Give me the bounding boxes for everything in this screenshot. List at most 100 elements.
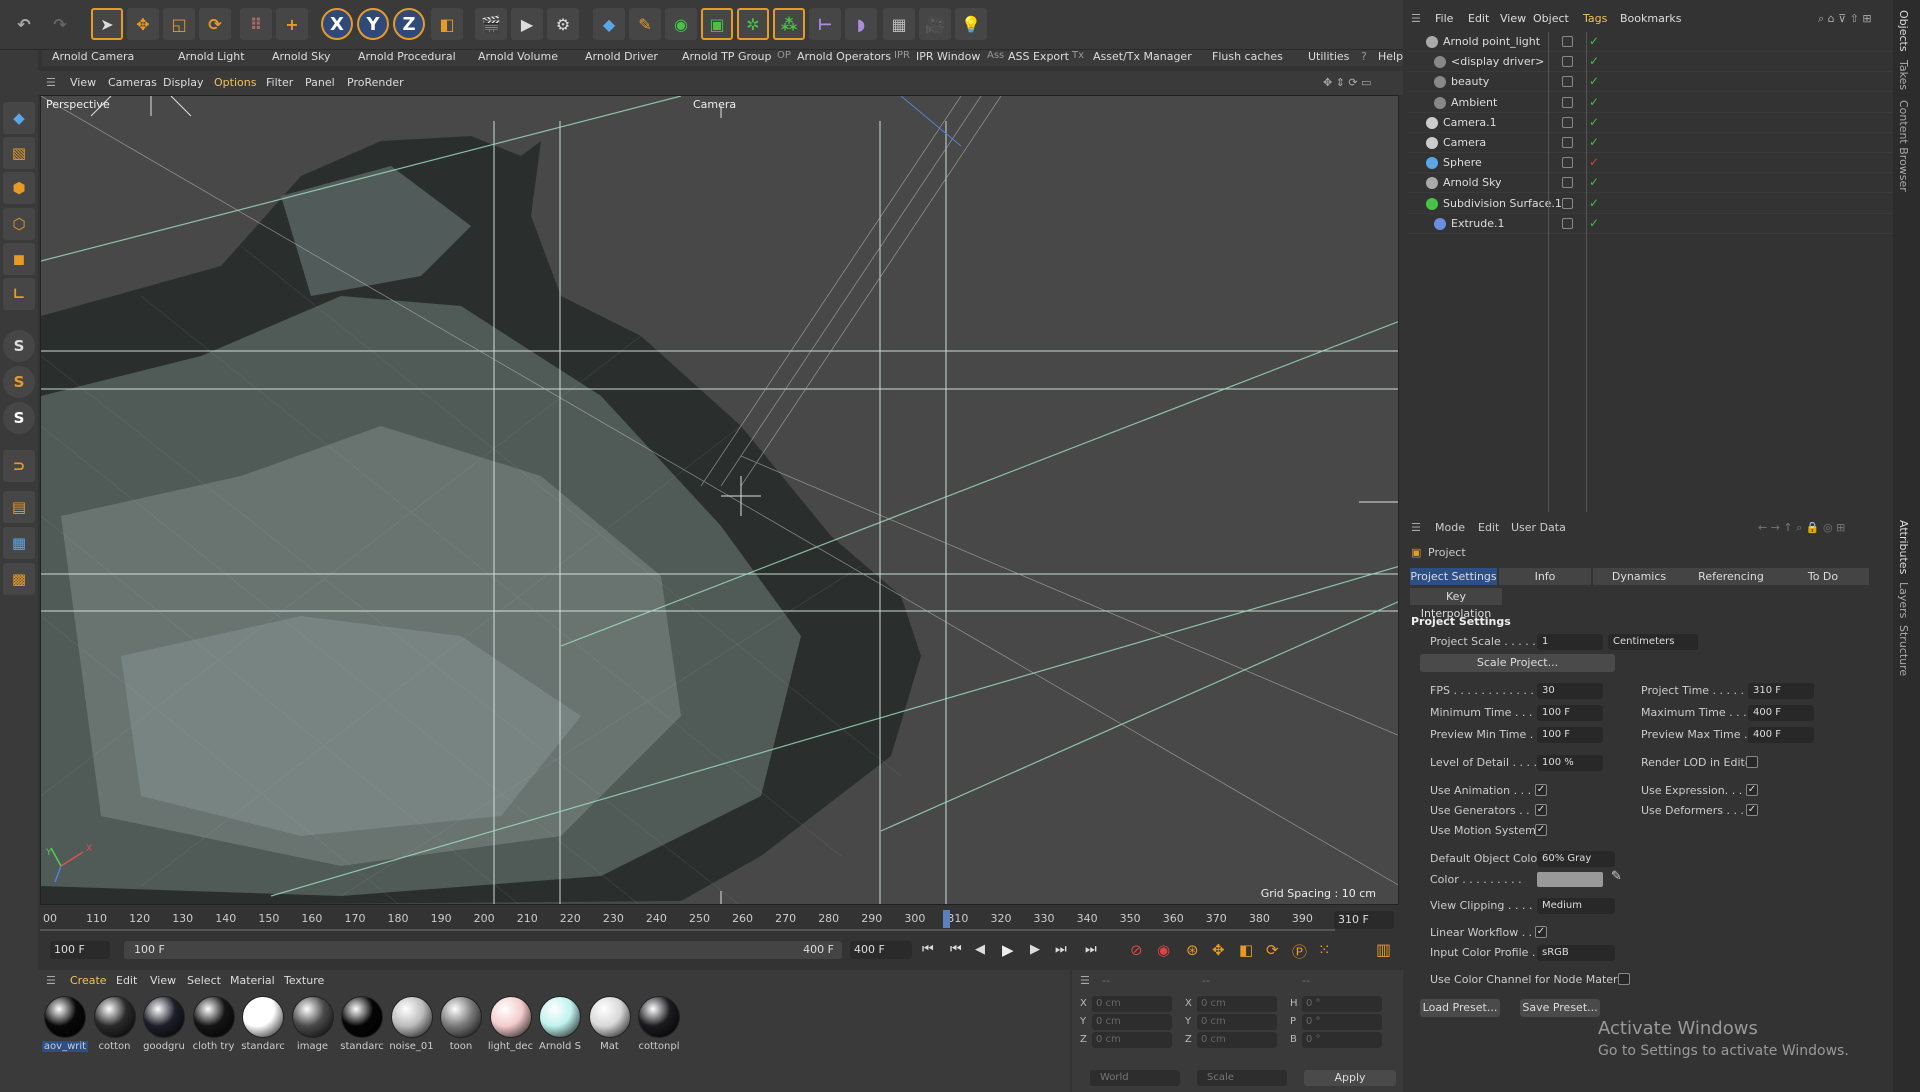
object-row[interactable]: Sphere ✓ bbox=[1407, 153, 1893, 174]
menu-view[interactable]: View bbox=[1500, 12, 1526, 25]
ipr-window-button[interactable]: IPR Window bbox=[916, 50, 980, 63]
enabled-check[interactable]: ✓ bbox=[1589, 196, 1599, 210]
next-key-icon[interactable]: ⏭ bbox=[1055, 942, 1067, 957]
view-clipping-dropdown[interactable]: Medium bbox=[1537, 898, 1615, 914]
object-row[interactable]: Extrude.1 ✓ bbox=[1407, 214, 1893, 234]
coord-field[interactable]: 0 cm bbox=[1092, 1032, 1172, 1048]
object-row[interactable]: Arnold Sky ✓ bbox=[1407, 173, 1893, 194]
workplane-icon[interactable]: ▤ bbox=[3, 491, 35, 523]
tab-takes[interactable]: Takes bbox=[1897, 60, 1910, 90]
visibility-toggle[interactable] bbox=[1562, 56, 1573, 68]
material-menu-icon[interactable]: ☰ bbox=[46, 974, 56, 987]
object-row[interactable]: Arnold point_light ✓ bbox=[1407, 32, 1893, 52]
visibility-toggle[interactable] bbox=[1562, 157, 1573, 169]
range-slider[interactable]: 100 F 400 F bbox=[124, 941, 842, 959]
menu-edit[interactable]: Edit bbox=[116, 974, 137, 987]
object-manager-tools-icon[interactable]: ⌕ ⌂ ⊽ ⇧ ⊞ bbox=[1818, 12, 1872, 26]
color-swatch[interactable] bbox=[1537, 872, 1603, 887]
visibility-toggle[interactable] bbox=[1562, 116, 1573, 128]
menu-texture[interactable]: Texture bbox=[284, 974, 324, 987]
visibility-toggle[interactable] bbox=[1562, 177, 1573, 189]
render-view-icon[interactable]: ▶ bbox=[511, 8, 543, 40]
viewport[interactable]: Perspective Camera Grid Spacing : 10 cm … bbox=[40, 95, 1399, 905]
axis-mode-icon[interactable]: ∟ bbox=[3, 278, 35, 310]
array-icon[interactable]: ⁂ bbox=[773, 8, 805, 40]
arnold-volume-button[interactable]: Arnold Volume bbox=[478, 50, 558, 63]
eyedropper-icon[interactable]: ✎ bbox=[1611, 869, 1622, 884]
menu-create[interactable]: Create bbox=[70, 974, 107, 987]
linear-workflow-checkbox[interactable]: ✓ bbox=[1535, 926, 1547, 938]
coord-field[interactable]: 0 cm bbox=[1197, 1014, 1277, 1030]
snap-icon[interactable]: S bbox=[3, 330, 35, 362]
visibility-toggle[interactable] bbox=[1562, 217, 1573, 229]
timeline-playhead[interactable] bbox=[943, 910, 951, 928]
preview-max-field[interactable]: 400 F bbox=[1748, 727, 1814, 743]
coord-field[interactable]: 0 cm bbox=[1092, 1014, 1172, 1030]
light-icon[interactable]: 💡 bbox=[955, 8, 987, 40]
tab-attributes[interactable]: Attributes bbox=[1897, 520, 1910, 574]
enabled-check[interactable]: ✓ bbox=[1589, 95, 1599, 109]
redo-icon[interactable]: ↷ bbox=[44, 8, 76, 40]
object-row[interactable]: beauty ✓ bbox=[1407, 72, 1893, 93]
polygons-mode-icon[interactable]: ◼ bbox=[3, 243, 35, 275]
scale-dropdown[interactable]: Scale bbox=[1197, 1070, 1287, 1086]
add-icon[interactable]: + bbox=[276, 8, 308, 40]
material-swatch[interactable]: Mat bbox=[587, 996, 633, 1052]
tab-content-browser[interactable]: Content Browser bbox=[1897, 100, 1910, 192]
material-swatch[interactable]: light_dec bbox=[488, 996, 534, 1052]
object-row[interactable]: <display driver> ✓ bbox=[1407, 52, 1893, 73]
default-color-dropdown[interactable]: 60% Gray bbox=[1537, 851, 1615, 867]
attr-tab[interactable]: Info bbox=[1499, 568, 1591, 585]
pla-key-icon[interactable]: ⁙ bbox=[1318, 941, 1331, 959]
arnold-sky-button[interactable]: Arnold Sky bbox=[272, 50, 331, 63]
undo-icon[interactable]: ↶ bbox=[8, 8, 40, 40]
object-menu-icon[interactable]: ☰ bbox=[1411, 12, 1421, 25]
fps-field[interactable]: 30 bbox=[1537, 683, 1603, 699]
use-animation-checkbox[interactable]: ✓ bbox=[1535, 784, 1547, 796]
use-deformers-checkbox[interactable]: ✓ bbox=[1746, 804, 1758, 816]
enabled-check[interactable]: ✓ bbox=[1589, 175, 1599, 189]
material-swatch[interactable]: standarc bbox=[339, 996, 385, 1052]
enabled-check[interactable]: ✓ bbox=[1589, 115, 1599, 129]
apply-button[interactable]: Apply bbox=[1304, 1070, 1396, 1086]
mograph-icon[interactable]: ✲ bbox=[737, 8, 769, 40]
rotation-key-icon[interactable]: ⟳ bbox=[1266, 941, 1279, 959]
material-swatch[interactable]: cloth try bbox=[191, 996, 237, 1052]
use-color-node-checkbox[interactable] bbox=[1618, 973, 1630, 985]
project-time-field[interactable]: 310 F bbox=[1748, 683, 1814, 699]
material-swatch[interactable]: cottonpl bbox=[636, 996, 682, 1052]
arnold-driver-button[interactable]: Arnold Driver bbox=[585, 50, 658, 63]
make-editable-icon[interactable]: ◆ bbox=[3, 102, 35, 134]
tab-structure[interactable]: Structure bbox=[1897, 625, 1910, 676]
attr-tab[interactable]: To Do bbox=[1777, 568, 1869, 585]
render-lod-checkbox[interactable] bbox=[1746, 756, 1758, 768]
attr-tab[interactable]: Dynamics bbox=[1593, 568, 1685, 585]
coord-field[interactable]: 0 ° bbox=[1302, 1032, 1382, 1048]
next-frame-icon[interactable]: ▶ bbox=[1030, 942, 1040, 957]
floor-icon[interactable]: ▦ bbox=[883, 8, 915, 40]
play-icon[interactable]: ▶ bbox=[1002, 941, 1014, 959]
camera-icon[interactable]: 🎥 bbox=[919, 8, 951, 40]
visibility-toggle[interactable] bbox=[1562, 96, 1573, 108]
material-swatch[interactable]: noise_01 bbox=[389, 996, 435, 1052]
save-preset-button[interactable]: Save Preset... bbox=[1520, 999, 1600, 1017]
material-swatch[interactable]: image bbox=[290, 996, 336, 1052]
menu-display[interactable]: Display bbox=[163, 76, 204, 89]
coord-field[interactable]: 0 cm bbox=[1092, 996, 1172, 1012]
coord-field[interactable]: 0 cm bbox=[1197, 1032, 1277, 1048]
material-swatch[interactable]: goodgru bbox=[141, 996, 187, 1052]
z-axis-icon[interactable]: Z bbox=[393, 8, 425, 40]
model-icon[interactable]: ⠿ bbox=[240, 8, 272, 40]
object-row[interactable]: Camera.1 ✓ bbox=[1407, 113, 1893, 133]
move-icon[interactable]: ✥ bbox=[127, 8, 159, 40]
tab-objects[interactable]: Objects bbox=[1897, 10, 1910, 52]
visibility-toggle[interactable] bbox=[1562, 36, 1573, 47]
use-generators-checkbox[interactable]: ✓ bbox=[1535, 804, 1547, 816]
menu-options[interactable]: Options bbox=[214, 76, 256, 89]
autokey-icon[interactable]: ◉ bbox=[1157, 941, 1170, 959]
enabled-check[interactable]: ✓ bbox=[1589, 54, 1599, 68]
visibility-toggle[interactable] bbox=[1562, 137, 1573, 148]
attr-nav-icons[interactable]: ← → ↑ ⌕ 🔒 ◎ ⊞ bbox=[1758, 521, 1845, 535]
menu-view[interactable]: View bbox=[150, 974, 176, 987]
project-scale-field[interactable]: 1 bbox=[1537, 634, 1603, 650]
